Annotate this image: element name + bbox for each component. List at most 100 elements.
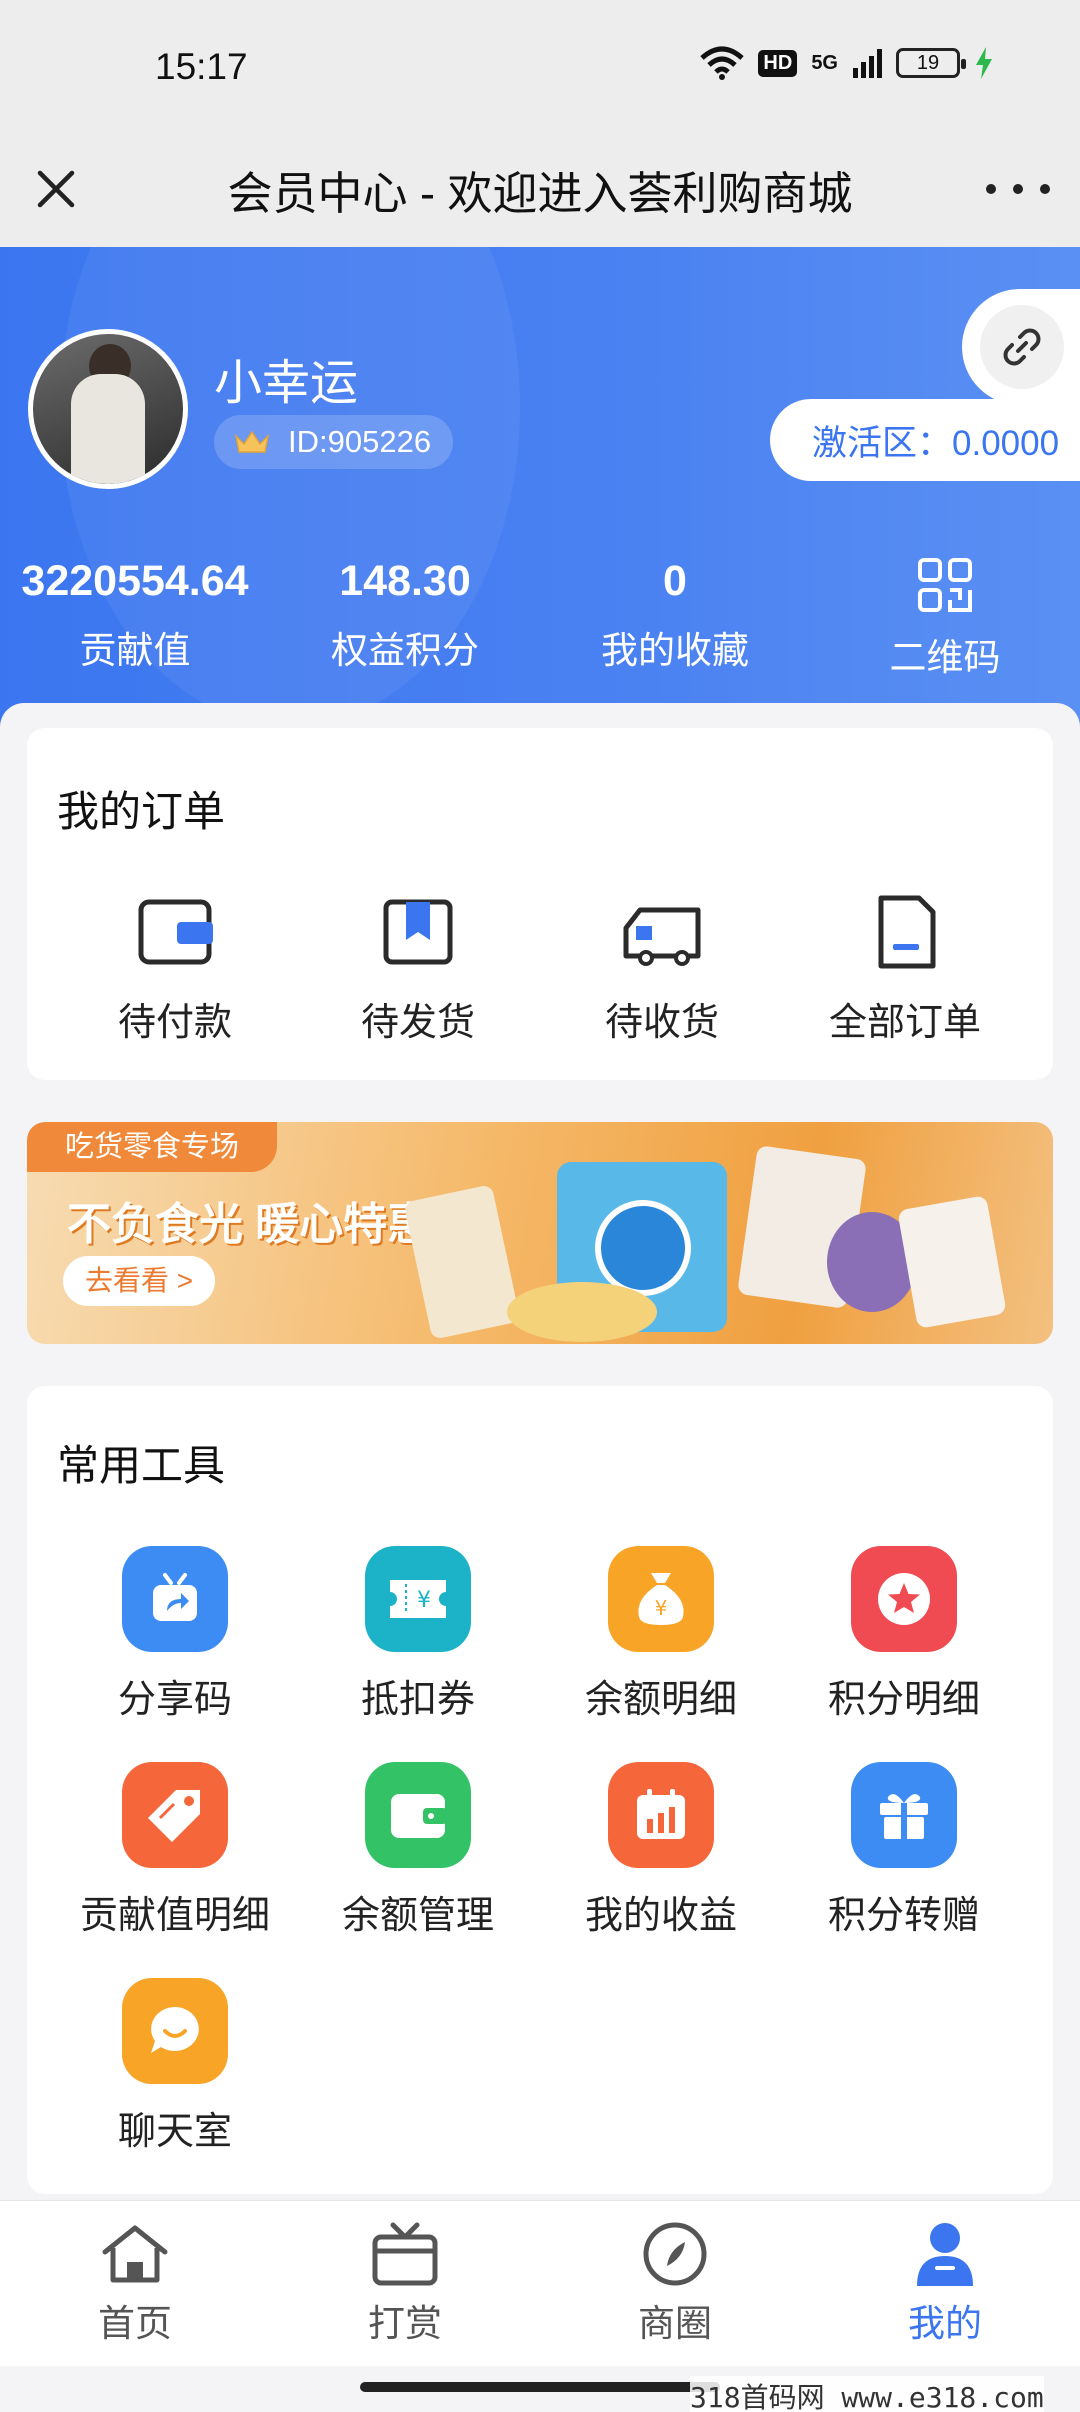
tool-label: 积分转赠 <box>827 1895 980 1937</box>
user-glyph <box>917 2223 973 2286</box>
home-indicator[interactable] <box>360 2382 720 2392</box>
svg-text:¥: ¥ <box>655 1596 668 1620</box>
avatar-body <box>71 374 145 484</box>
tool-label: 余额管理 <box>341 1895 494 1937</box>
user-name: 小幸运 <box>214 357 359 410</box>
nav-business-circle[interactable]: 商圈 <box>575 2219 775 2347</box>
gift-icon <box>851 1762 957 1868</box>
gift-glyph <box>880 1794 928 1839</box>
star-glyph <box>878 1573 930 1625</box>
chat-icon <box>122 1978 228 2084</box>
truck-icon <box>623 907 701 966</box>
svg-text:¥: ¥ <box>417 1588 431 1613</box>
title-bar: 会员中心 - 欢迎进入荟利购商城 <box>0 135 1080 247</box>
avatar[interactable] <box>28 329 188 489</box>
snack-image <box>897 1195 1007 1329</box>
wifi-icon <box>700 46 745 80</box>
tools-card: 常用工具 分享码 ¥ 抵扣券 ¥ 余额明细 积分明细 贡献值明细 余额管理 我的… <box>27 1386 1053 2194</box>
watermark: 318首码网 www.e318.com <box>690 2376 1044 2412</box>
wallet-icon <box>138 899 213 965</box>
order-pending-shipment[interactable]: 待发货 <box>318 890 518 1046</box>
banner-title: 不负食光 暖心特惠 <box>67 1200 432 1249</box>
user-icon <box>905 2219 985 2289</box>
promo-banner[interactable]: 吃货零食专场 不负食光 暖心特惠 去看看 > <box>27 1122 1053 1344</box>
bookmark-box-icon <box>383 899 453 965</box>
dot-icon <box>986 184 996 194</box>
id-badge: ID:905226 <box>214 415 454 469</box>
order-pending-payment[interactable]: 待付款 <box>75 890 275 1046</box>
order-label: 全部订单 <box>828 1002 981 1044</box>
link-icon <box>1003 328 1041 366</box>
link-icon-wrap <box>980 305 1064 389</box>
tv-gift-glyph <box>372 2222 438 2286</box>
compass-glyph <box>643 2222 707 2286</box>
stat-label: 贡献值 <box>79 630 191 671</box>
tool-label: 聊天室 <box>117 2111 232 2153</box>
dot-icon <box>1013 184 1023 194</box>
tool-label: 分享码 <box>117 1679 232 1721</box>
activate-zone[interactable]: 激活区：0.0000 <box>770 399 1080 481</box>
money-bag-glyph: ¥ <box>638 1573 684 1625</box>
tool-label: 抵扣券 <box>360 1679 475 1721</box>
more-menu-button[interactable] <box>986 161 1050 217</box>
order-all[interactable]: 全部订单 <box>805 890 1005 1046</box>
stat-contribution[interactable]: 3220554.64 贡献值 <box>0 557 270 674</box>
chat-glyph <box>151 2007 199 2053</box>
bottom-nav: 首页 打赏 商圈 我的 <box>0 2200 1080 2366</box>
nav-reward[interactable]: 打赏 <box>305 2219 505 2347</box>
status-bar: 15:17 HD 5G 19 <box>0 0 1080 135</box>
snack-image <box>403 1184 521 1340</box>
network-type: 5G <box>811 51 838 74</box>
banner-button[interactable]: 去看看 > <box>63 1256 216 1306</box>
tool-contribution-detail[interactable]: 贡献值明细 <box>65 1762 285 1939</box>
tool-coupon[interactable]: ¥ 抵扣券 <box>308 1546 528 1723</box>
tool-label: 余额明细 <box>584 1679 737 1721</box>
dot-icon <box>1040 184 1050 194</box>
nav-mine[interactable]: 我的 <box>845 2219 1045 2347</box>
qrcode-icon <box>918 558 972 612</box>
stat-label: 权益积分 <box>331 630 479 671</box>
stat-points[interactable]: 148.30 权益积分 <box>270 557 540 674</box>
order-pending-receipt[interactable]: 待收货 <box>562 890 762 1046</box>
coupon-glyph: ¥ <box>390 1580 446 1618</box>
tool-my-earnings[interactable]: 我的收益 <box>551 1762 771 1939</box>
stat-favorites[interactable]: 0 我的收藏 <box>540 557 810 674</box>
nav-label: 打赏 <box>368 2303 442 2344</box>
tool-share-code[interactable]: 分享码 <box>65 1546 285 1723</box>
user-id: ID:905226 <box>288 424 432 459</box>
document-icon <box>878 895 936 969</box>
share-box-glyph <box>153 1573 197 1621</box>
share-link-button[interactable] <box>962 289 1080 405</box>
star-icon <box>851 1546 957 1652</box>
tool-chat-room[interactable]: 聊天室 <box>65 1978 285 2155</box>
tool-label: 积分明细 <box>827 1679 980 1721</box>
orders-title: 我的订单 <box>57 788 226 835</box>
compass-icon <box>635 2219 715 2289</box>
status-time: 15:17 <box>155 46 248 87</box>
signal-icon <box>853 49 882 78</box>
nav-label: 我的 <box>908 2303 982 2344</box>
tools-title: 常用工具 <box>57 1442 226 1489</box>
page-title: 会员中心 - 欢迎进入荟利购商城 <box>227 168 853 219</box>
orders-card: 我的订单 待付款 待发货 待收货 全部订单 <box>27 728 1053 1080</box>
battery-icon: 19 <box>896 48 966 78</box>
hd-badge: HD <box>758 49 798 77</box>
crown-icon <box>234 430 270 453</box>
home-glyph <box>102 2225 168 2283</box>
status-icons: HD 5G 19 <box>700 46 994 80</box>
nav-home[interactable]: 首页 <box>35 2219 235 2347</box>
tool-label: 我的收益 <box>584 1895 737 1937</box>
stat-value: 3220554.64 <box>21 557 249 605</box>
nav-label: 首页 <box>98 2303 172 2344</box>
coupon-icon: ¥ <box>365 1546 471 1652</box>
tool-points-transfer[interactable]: 积分转赠 <box>794 1762 1014 1939</box>
tool-balance-manage[interactable]: 余额管理 <box>308 1762 528 1939</box>
wallet-icon <box>365 1762 471 1868</box>
stat-value: 0 <box>663 557 687 605</box>
stat-qrcode[interactable]: 二维码 <box>810 557 1080 681</box>
tool-balance-detail[interactable]: ¥ 余额明细 <box>551 1546 771 1723</box>
snack-image <box>595 1200 691 1296</box>
order-label: 待收货 <box>604 1002 719 1044</box>
tool-points-detail[interactable]: 积分明细 <box>794 1546 1014 1723</box>
home-icon <box>95 2219 175 2289</box>
